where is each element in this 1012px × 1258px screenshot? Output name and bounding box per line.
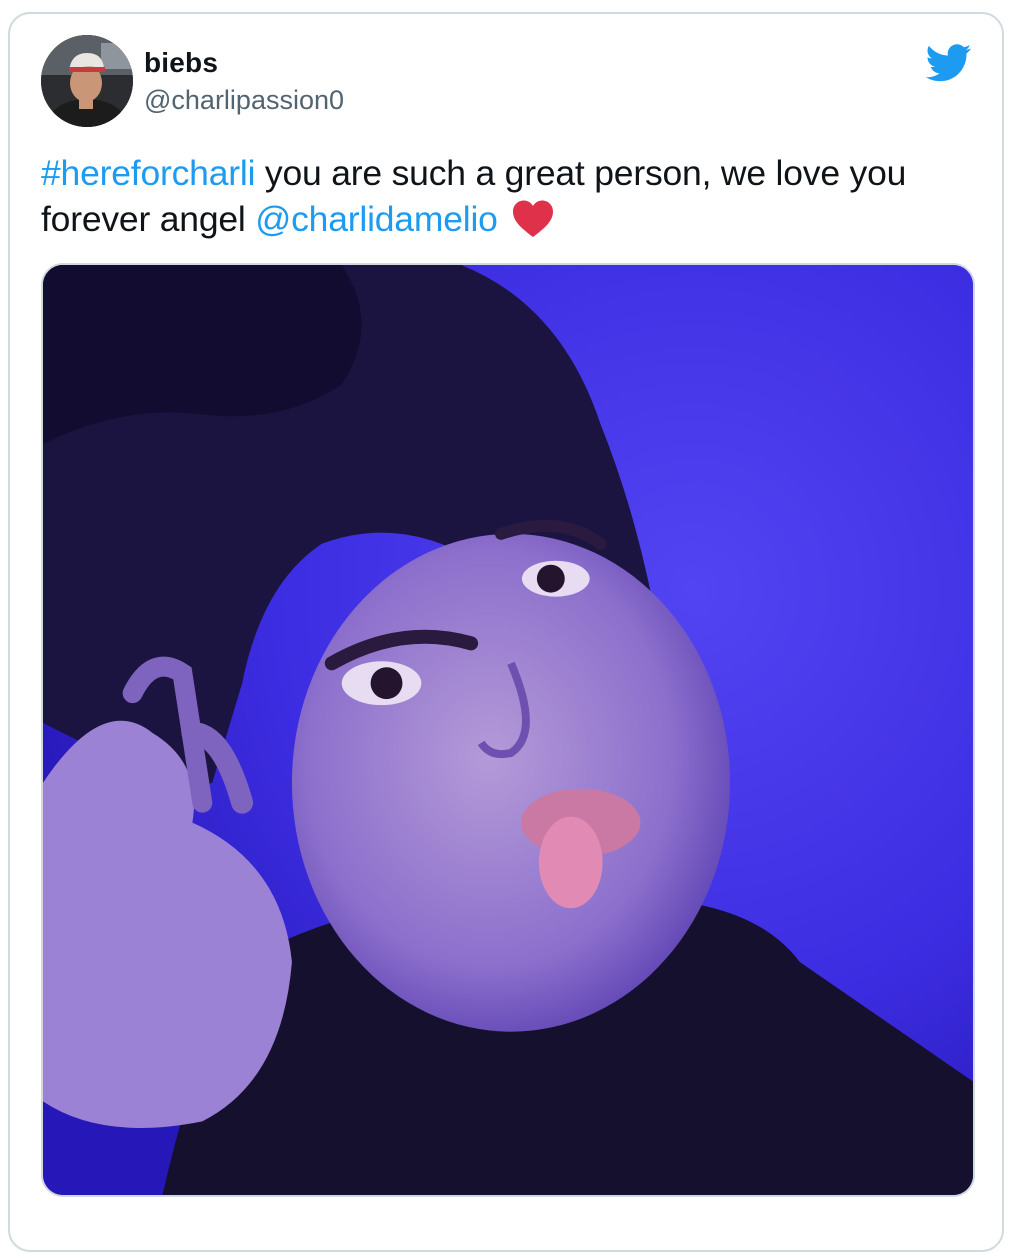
author-handle[interactable]: @charlipassion0 [144, 85, 344, 116]
tweet-text: #hereforcharli you are such a great pers… [41, 150, 981, 242]
twitter-bird-icon[interactable] [925, 44, 972, 82]
hashtag-link[interactable]: #hereforcharli [41, 153, 255, 193]
avatar[interactable] [41, 35, 133, 127]
tweet-photo[interactable] [41, 263, 975, 1197]
red-heart-icon [511, 199, 555, 239]
mention-link[interactable]: @charlidamelio [255, 199, 498, 239]
tweet-card[interactable]: biebs @charlipassion0 #hereforcharli you… [8, 12, 1004, 1252]
author-display-name[interactable]: biebs [144, 47, 218, 79]
